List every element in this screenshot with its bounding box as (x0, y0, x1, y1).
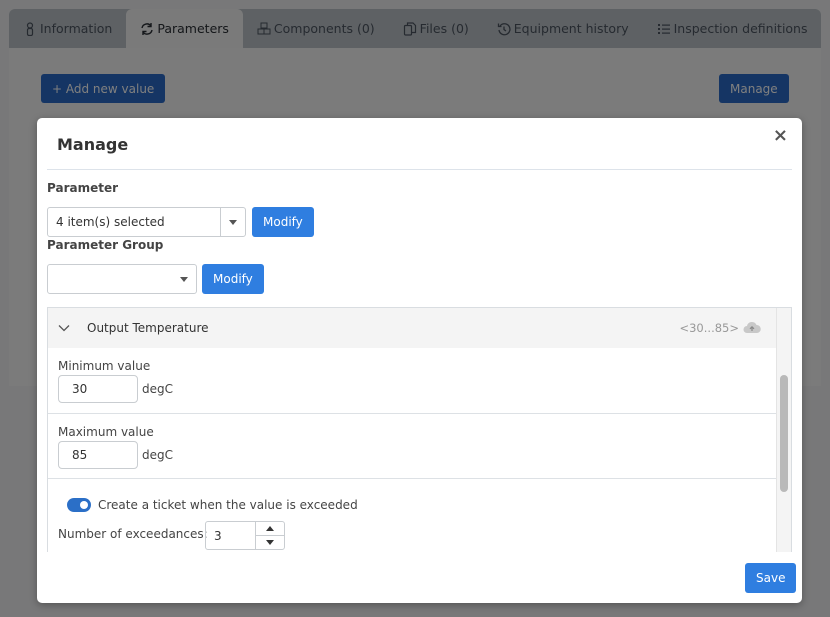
save-button[interactable]: Save (745, 563, 797, 593)
maximum-value-input[interactable]: 85 (58, 441, 138, 469)
parameter-group-label: Parameter Group (47, 238, 164, 252)
minimum-value-row: Minimum value 30 degC (48, 348, 777, 414)
chevron-down-icon[interactable] (172, 276, 196, 282)
modal-title: Manage (57, 135, 129, 154)
accordion-title: Output Temperature (87, 321, 209, 335)
parameter-group-select[interactable] (47, 264, 197, 294)
maximum-value-row: Maximum value 85 degC (48, 414, 777, 479)
parameter-group-modify-button[interactable]: Modify (202, 264, 264, 294)
minimum-value-input[interactable]: 30 (58, 375, 138, 403)
parameter-label: Parameter (47, 181, 119, 195)
chevron-down-icon[interactable] (57, 321, 71, 335)
scrollbar[interactable] (776, 308, 791, 552)
cloud-upload-icon[interactable] (743, 321, 761, 337)
parameter-select[interactable]: 4 item(s) selected (47, 207, 246, 237)
create-ticket-toggle[interactable] (67, 498, 91, 512)
maximum-value-unit: degC (142, 448, 173, 462)
parameters-scroll-panel: Output Temperature <30...85> Minimum val… (47, 307, 792, 552)
increment-icon[interactable] (256, 522, 284, 535)
ticket-settings-row: Create a ticket when the value is exceed… (48, 479, 777, 552)
maximum-value-label: Maximum value (58, 425, 154, 439)
exceedances-label: Number of exceedances: (58, 527, 208, 541)
parameter-modify-button[interactable]: Modify (252, 207, 314, 237)
manage-modal: Manage × Parameter 4 item(s) selected Mo… (37, 118, 802, 603)
create-ticket-label: Create a ticket when the value is exceed… (98, 498, 358, 512)
modal-divider (47, 169, 792, 170)
chevron-down-icon[interactable] (221, 219, 245, 225)
range-badge: <30...85> (679, 321, 739, 335)
decrement-icon[interactable] (256, 535, 284, 549)
parameter-select-value: 4 item(s) selected (56, 215, 165, 229)
minimum-value-label: Minimum value (58, 359, 151, 373)
stepper-buttons (255, 522, 284, 549)
minimum-value-unit: degC (142, 382, 173, 396)
scrollbar-thumb[interactable] (780, 375, 788, 492)
close-icon[interactable]: × (773, 127, 788, 145)
exceedances-value[interactable]: 3 (206, 522, 255, 549)
accordion-header-output-temperature[interactable]: Output Temperature <30...85> (48, 308, 777, 348)
exceedances-stepper[interactable]: 3 (205, 521, 285, 550)
